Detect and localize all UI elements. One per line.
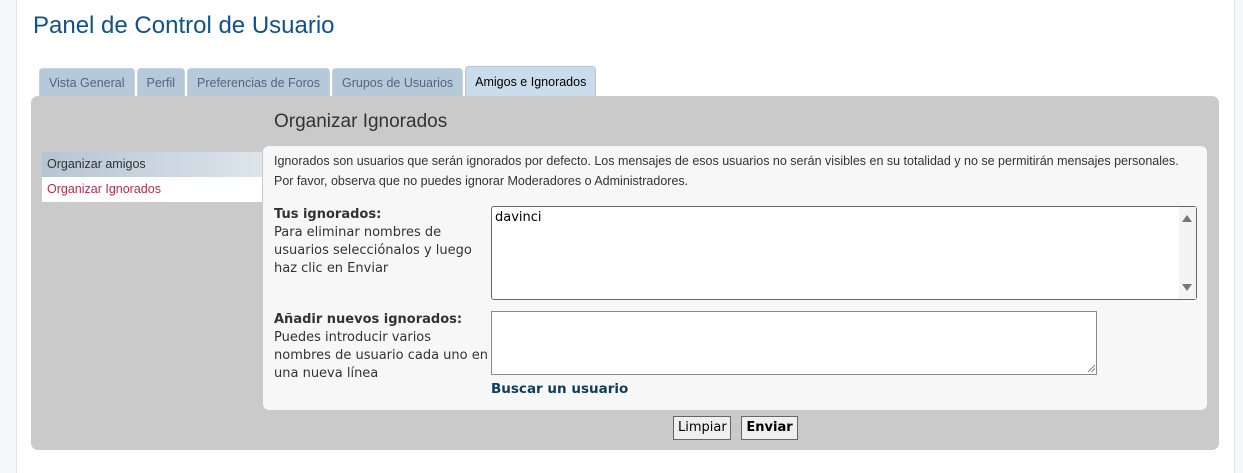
ignored-users-list[interactable]: davinci [491, 206, 1197, 300]
add-ignored-field-label: Añadir nuevos ignorados: Puedes introduc… [274, 311, 489, 383]
tab-amigos-ignorados[interactable]: Amigos e Ignorados [465, 66, 597, 96]
add-ignored-textarea[interactable] [491, 311, 1097, 375]
tab-perfil[interactable]: Perfil [136, 68, 185, 96]
scroll-down-icon[interactable] [1182, 284, 1192, 291]
reset-button[interactable]: Limpiar [673, 416, 731, 440]
tab-grupos-usuarios[interactable]: Grupos de Usuarios [331, 68, 464, 96]
sidebar-item-organizar-amigos[interactable]: Organizar amigos [42, 152, 262, 177]
scroll-up-icon[interactable] [1182, 215, 1192, 222]
ignored-user-option[interactable]: davinci [495, 210, 542, 225]
ignored-label: Tus ignorados: [274, 207, 382, 222]
tab-preferencias-foros[interactable]: Preferencias de Foros [187, 68, 330, 96]
tab-vista-general[interactable]: Vista General [39, 68, 135, 96]
tab-bar: Vista General Perfil Preferencias de For… [39, 66, 597, 96]
page-title: Panel de Control de Usuario [33, 12, 335, 39]
add-ignored-help: Puedes introducir varios nombres de usua… [274, 330, 488, 381]
submit-button[interactable]: Enviar [741, 416, 798, 440]
search-user-link[interactable]: Buscar un usuario [491, 381, 628, 397]
sidebar-item-organizar-ignorados[interactable]: Organizar Ignorados [42, 177, 262, 202]
add-ignored-label: Añadir nuevos ignorados: [274, 312, 463, 327]
ignored-help: Para eliminar nombres de usuarios selecc… [274, 225, 472, 276]
page-container: Panel de Control de Usuario Vista Genera… [16, 0, 1235, 473]
panel-title: Organizar Ignorados [274, 111, 448, 132]
intro-text: Ignorados son usuarios que serán ignorad… [274, 154, 1179, 188]
control-panel: Organizar amigos Organizar Ignorados Org… [31, 96, 1219, 450]
ignored-field-label: Tus ignorados: Para eliminar nombres de … [274, 206, 489, 278]
content-box: Ignorados son usuarios que serán ignorad… [263, 146, 1207, 410]
list-scrollbar[interactable] [1179, 207, 1196, 299]
sidebar-menu: Organizar amigos Organizar Ignorados [42, 152, 262, 202]
resize-grip-icon[interactable] [1088, 365, 1095, 372]
